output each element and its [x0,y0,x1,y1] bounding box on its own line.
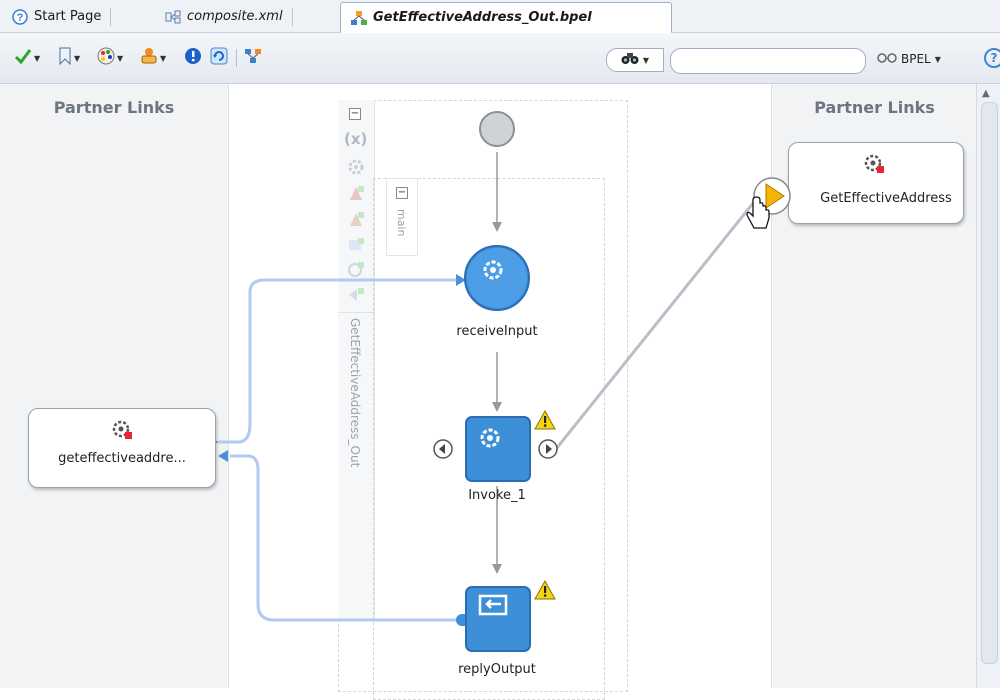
chevron-down-icon: ▼ [117,53,124,63]
deploy-icon [140,47,158,69]
chevron-down-icon: ▼ [34,53,41,63]
scroll-thumb[interactable] [981,102,998,664]
search-input[interactable] [670,48,866,74]
warning-icon[interactable] [534,409,556,434]
service-gear-icon [111,419,133,445]
bpel-mode-dropdown[interactable]: BPEL ▼ [877,48,941,70]
vertical-scrollbar[interactable]: ▲ [976,84,1000,688]
invoke-left-port-icon[interactable] [432,438,454,464]
partner-link-name: GetEffectiveAddress [820,191,952,206]
chevron-down-icon: ▼ [934,54,941,64]
editor-toolbar: ▼ ▼ ▼ ▼ ▼ BPEL ▼ ? [0,33,1000,84]
info-icon [184,47,202,69]
receive-activity[interactable] [463,244,531,316]
editor-tab-bar: ? Start Page composite.xml GetEffectiveA… [0,0,1000,33]
binoculars-icon [621,51,639,69]
validate-button[interactable]: ▼ [14,47,40,69]
bookmark-icon [58,47,72,69]
warning-icon[interactable] [534,579,556,604]
tab-getEffectiveAddress-bpel[interactable]: GetEffectiveAddress_Out.bpel [340,2,672,33]
tab-separator [291,8,293,26]
hand-cursor-icon [744,196,774,240]
refresh-icon [210,47,228,69]
info-button[interactable] [184,47,202,69]
bpel-process-icon [351,10,367,26]
tab-composite-xml[interactable]: composite.xml [155,2,293,31]
tab-start-page[interactable]: ? Start Page [2,2,112,31]
chevron-down-icon: ▼ [160,53,167,63]
bookmark-button[interactable]: ▼ [58,47,80,69]
validate-check-icon [14,48,32,68]
activity-label: replyOutput [458,662,536,677]
composite-icon [165,9,181,25]
help-circle-icon: ? [12,8,28,25]
tab-label: composite.xml [187,9,283,24]
tab-label: Start Page [34,9,102,24]
bpel-mode-label: BPEL [901,52,931,66]
toolbar-separator [236,49,237,67]
reply-port[interactable] [456,614,465,626]
reply-activity[interactable] [465,586,531,656]
help-icon[interactable]: ? [984,48,1000,68]
layout-button[interactable] [244,47,262,69]
find-button[interactable]: ▼ [606,48,664,72]
refresh-button[interactable] [210,47,228,69]
bpel-design-canvas[interactable]: Partner Links Partner Links ▲ − (x) GetE… [0,84,1000,700]
deploy-button[interactable]: ▼ [140,47,166,69]
partner-link-name: geteffectiveaddre... [58,451,186,466]
invoke-activity[interactable] [465,416,531,486]
partner-link-right[interactable]: GetEffectiveAddress [788,142,964,224]
palette-button[interactable]: ▼ [97,47,123,69]
palette-icon [97,47,115,69]
invoke-right-port-icon[interactable] [537,438,559,464]
svg-text:?: ? [17,12,24,24]
bpel-mode-icon [877,52,897,67]
start-node[interactable] [478,110,516,152]
tab-separator [110,8,112,26]
activity-label: Invoke_1 [468,488,526,503]
service-gear-icon [863,153,885,179]
chevron-down-icon: ▼ [642,55,650,65]
scroll-up-icon[interactable]: ▲ [982,88,990,99]
layout-icon [244,47,262,69]
chevron-down-icon: ▼ [74,53,81,63]
activity-label: receiveInput [456,324,538,339]
tab-label: GetEffectiveAddress_Out.bpel [373,10,592,25]
partner-link-left[interactable]: geteffectiveaddre... [28,408,216,488]
